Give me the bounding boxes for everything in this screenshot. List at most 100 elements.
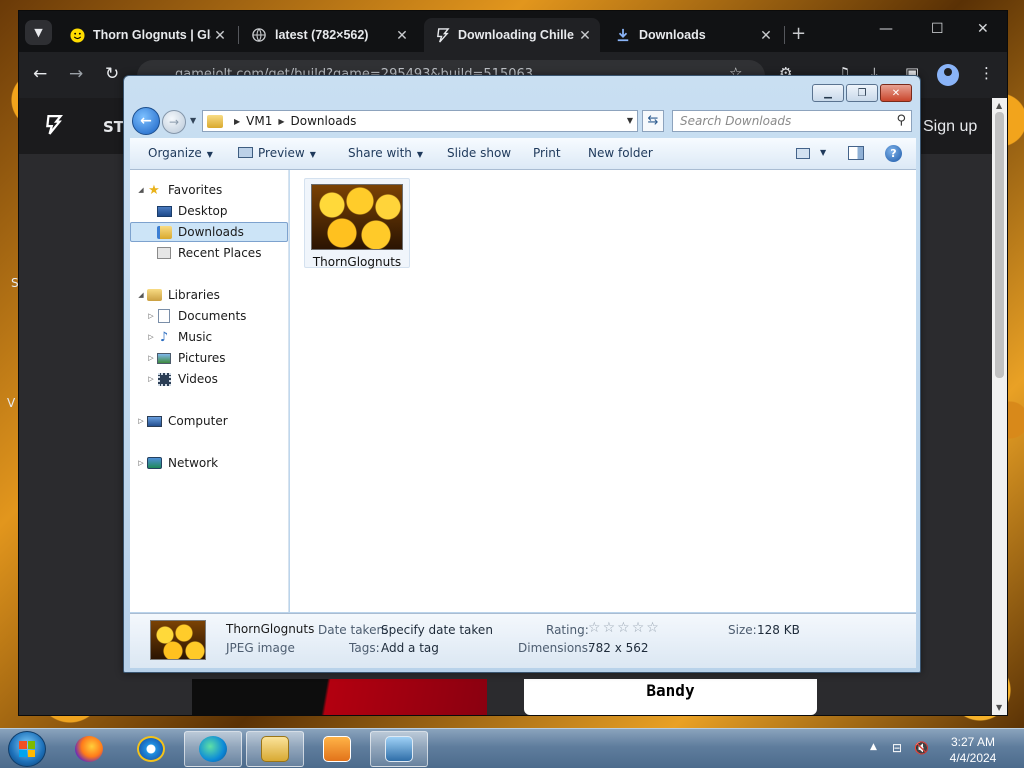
minimize-icon[interactable]: — (879, 21, 893, 37)
menu-kebab-icon[interactable]: ⋮ (979, 64, 994, 82)
taskbar-photo-viewer[interactable] (370, 731, 428, 767)
taskbar-internet-explorer[interactable] (122, 731, 180, 767)
share-with-button[interactable]: Share with ▼ (348, 146, 423, 160)
rating-stars[interactable]: ☆ ☆ ☆ ☆ ☆ (588, 620, 661, 636)
nav-pictures[interactable]: ▷ Pictures (130, 348, 288, 368)
breadcrumb-arrow-icon[interactable]: ▶ (278, 117, 284, 126)
nav-favorites[interactable]: ◢ ★ Favorites (130, 180, 288, 200)
nav-documents[interactable]: ▷ Documents (130, 306, 288, 326)
game-banner-image[interactable] (192, 679, 487, 715)
refresh-button[interactable]: ⇆ (642, 110, 664, 132)
explorer-minimize-button[interactable]: ▁ (812, 84, 844, 102)
details-file-name: ThornGlognuts (226, 622, 315, 636)
collapsed-triangle-icon[interactable]: ▷ (136, 417, 146, 425)
nav-recent-places[interactable]: Recent Places (130, 243, 288, 263)
profile-avatar-icon[interactable] (937, 64, 959, 86)
collapsed-triangle-icon[interactable]: ▷ (146, 312, 156, 320)
star-outline-icon[interactable]: ☆ (632, 620, 645, 636)
star-outline-icon[interactable]: ☆ (646, 620, 659, 636)
nav-libraries[interactable]: ◢ Libraries (130, 285, 288, 305)
recent-pages-dropdown-icon[interactable]: ▼ (190, 116, 196, 125)
close-icon[interactable]: ✕ (757, 27, 775, 44)
expand-triangle-icon[interactable]: ◢ (136, 186, 146, 194)
breadcrumb-vm1[interactable]: VM1 (246, 114, 272, 128)
collapsed-triangle-icon[interactable]: ▷ (146, 375, 156, 383)
nav-music[interactable]: ▷ ♪ Music (130, 327, 288, 347)
nav-computer[interactable]: ▷ Computer (130, 411, 288, 431)
tab-separator (784, 26, 785, 44)
slide-show-button[interactable]: Slide show (447, 146, 511, 160)
back-arrow-icon[interactable]: ← (33, 64, 47, 84)
print-button[interactable]: Print (533, 146, 561, 160)
collapsed-triangle-icon[interactable]: ▷ (146, 354, 156, 362)
star-outline-icon[interactable]: ☆ (617, 620, 630, 636)
site-nav-label[interactable]: ST (103, 118, 124, 136)
preview-pane-icon[interactable] (848, 146, 864, 160)
explorer-close-button[interactable]: ✕ (880, 84, 912, 102)
search-icon[interactable]: ⚲ (896, 113, 906, 128)
gamejolt-logo-icon[interactable] (45, 115, 63, 140)
close-icon[interactable]: ✕ (211, 27, 229, 44)
change-view-icon[interactable] (796, 148, 810, 159)
expand-triangle-icon[interactable]: ◢ (136, 291, 146, 299)
scroll-thumb[interactable] (995, 112, 1004, 378)
explorer-restore-button[interactable]: ❐ (846, 84, 878, 102)
close-icon[interactable]: ✕ (393, 27, 411, 44)
tags-label: Tags: (349, 641, 380, 655)
tab-title: latest (782×562) (275, 28, 369, 42)
window-close-icon[interactable]: ✕ (977, 21, 989, 37)
taskbar-file-explorer[interactable] (246, 731, 304, 767)
nav-desktop[interactable]: Desktop (130, 201, 288, 221)
sign-up-link[interactable]: Sign up (923, 118, 977, 136)
bandy-card[interactable]: Bandy (524, 679, 817, 715)
taskbar-edge-browser[interactable] (184, 731, 242, 767)
forward-arrow-icon[interactable]: → (69, 64, 83, 84)
page-scrollbar[interactable]: ▲ ▼ (992, 98, 1007, 715)
tab-thorn-glognuts[interactable]: Thorn Glognuts | Gla ✕ (59, 18, 229, 52)
tags-value[interactable]: Add a tag (381, 641, 439, 655)
image-thumbnail (311, 184, 403, 250)
system-clock[interactable]: 3:27 AM 4/4/2024 (936, 734, 1010, 766)
scroll-down-arrow-icon[interactable]: ▼ (996, 703, 1002, 712)
taskbar-firefox[interactable] (60, 731, 118, 767)
star-outline-icon[interactable]: ☆ (603, 620, 616, 636)
close-icon[interactable]: ✕ (576, 27, 594, 44)
nav-videos[interactable]: ▷ Videos (130, 369, 288, 389)
start-button[interactable] (8, 731, 46, 767)
organize-button[interactable]: Organize ▼ (148, 146, 213, 160)
preview-button[interactable]: Preview ▼ (238, 146, 316, 160)
collapsed-triangle-icon[interactable]: ▷ (136, 459, 146, 467)
show-hidden-icons-icon[interactable]: ▲ (870, 742, 877, 752)
back-button[interactable]: ← (132, 107, 160, 135)
tab-downloads[interactable]: Downloads ✕ (605, 18, 775, 52)
search-downloads-input[interactable]: Search Downloads ⚲ (672, 110, 912, 132)
collapsed-triangle-icon[interactable]: ▷ (146, 333, 156, 341)
star-outline-icon[interactable]: ☆ (588, 620, 601, 636)
taskbar-media-player[interactable] (308, 731, 366, 767)
network-tray-icon[interactable]: ⊟ (892, 741, 908, 757)
explorer-address-bar[interactable]: ▶ VM1 ▶ Downloads ▼ (202, 110, 638, 132)
file-item-thornglognuts[interactable]: ThornGlognuts (304, 178, 410, 269)
nav-label: Videos (178, 372, 218, 386)
breadcrumb-arrow-icon[interactable]: ▶ (234, 117, 240, 126)
restore-icon: ❐ (857, 87, 867, 99)
help-icon[interactable]: ? (885, 145, 902, 162)
forward-button[interactable]: → (162, 110, 186, 134)
scroll-up-arrow-icon[interactable]: ▲ (996, 101, 1002, 110)
breadcrumb-downloads[interactable]: Downloads (291, 114, 357, 128)
tab-downloading[interactable]: Downloading Chille ✕ (424, 18, 600, 52)
nav-downloads[interactable]: Downloads (130, 222, 288, 242)
nav-network[interactable]: ▷ Network (130, 453, 288, 473)
tab-latest-image[interactable]: latest (782×562) ✕ (241, 18, 411, 52)
new-tab-plus-icon[interactable]: + (791, 23, 806, 44)
address-dropdown-icon[interactable]: ▼ (627, 116, 633, 125)
nav-label: Favorites (168, 183, 223, 197)
date-taken-value[interactable]: Specify date taken (381, 623, 493, 637)
file-list[interactable]: ThornGlognuts (290, 170, 916, 612)
reload-icon[interactable]: ↻ (105, 64, 119, 84)
tab-search-button[interactable]: ▼ (25, 20, 52, 45)
new-folder-button[interactable]: New folder (588, 146, 653, 160)
maximize-icon[interactable]: ☐ (931, 21, 944, 37)
volume-muted-icon[interactable]: 🔇 (914, 741, 930, 757)
view-dropdown-icon[interactable]: ▼ (820, 148, 826, 157)
